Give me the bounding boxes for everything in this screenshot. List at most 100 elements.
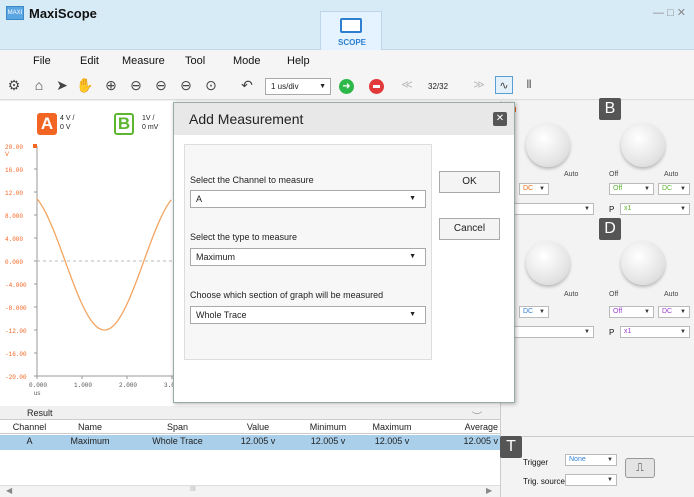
chevron-down-icon: ▼: [644, 186, 650, 192]
auto-label: Auto: [564, 171, 579, 178]
section-select-value: Whole Trace: [196, 310, 247, 320]
trig-source-select[interactable]: ▼: [565, 474, 617, 486]
channel-a-button[interactable]: A: [37, 113, 57, 135]
cell-channel: A: [26, 436, 33, 446]
channel-d-knob[interactable]: [621, 241, 665, 285]
app-logo-icon: MAXI: [6, 6, 24, 20]
y-tick-label: -8.000: [5, 305, 27, 312]
pan-hand-icon[interactable]: ✋: [76, 76, 94, 94]
coupling-select[interactable]: DC ▼: [519, 183, 549, 195]
scope-mode-button[interactable]: SCOPE: [320, 11, 382, 50]
chevron-down-icon: ▼: [539, 309, 545, 315]
channel-b-offset: 0 mV: [142, 124, 159, 131]
column-value[interactable]: Value: [228, 422, 288, 432]
run-icon[interactable]: ➜: [339, 79, 354, 94]
menu-measure[interactable]: Measure: [122, 55, 165, 67]
zoom-fit-icon[interactable]: ⊙: [202, 76, 220, 94]
channel-a-letter: A: [40, 114, 54, 133]
column-span[interactable]: Span: [140, 422, 215, 432]
coupling-value: DC: [523, 308, 534, 315]
column-minimum[interactable]: Minimum: [298, 422, 358, 432]
channel-select[interactable]: A ▼: [190, 190, 426, 208]
settings-gear-icon[interactable]: ⚙: [5, 76, 23, 94]
channel-d-letter-badge: D: [599, 218, 621, 240]
cancel-button[interactable]: Cancel: [439, 218, 500, 240]
channel-a-range: 4 V /: [60, 115, 75, 122]
zoom-y-icon[interactable]: ⊖: [177, 76, 195, 94]
chevron-down-icon: ▼: [319, 83, 326, 90]
y-tick-label: 4.000: [5, 236, 23, 243]
auto-label: Auto: [664, 171, 679, 178]
y-tick-label: -4.000: [5, 282, 27, 289]
channel-c-knob[interactable]: [526, 123, 570, 167]
table-row[interactable]: A Maximum Whole Trace 12.005 v 12.005 v …: [0, 435, 500, 450]
stop-icon[interactable]: [369, 79, 384, 94]
zoom-x-icon[interactable]: ⊖: [152, 76, 170, 94]
channel-b-letter: B: [117, 114, 131, 133]
scroll-left-icon[interactable]: ◀: [6, 486, 12, 495]
scope-mode-label: SCOPE: [337, 38, 366, 47]
column-maximum[interactable]: Maximum: [362, 422, 422, 432]
channel-c2-knob[interactable]: [526, 241, 570, 285]
scroll-thumb-grip: III: [190, 486, 196, 493]
chevron-down-icon: ▼: [680, 206, 686, 212]
channel-b-probe-select[interactable]: x1 ▼: [620, 203, 690, 215]
coupling-left-value: Off: [613, 308, 623, 315]
app-title: MaxiScope: [29, 6, 97, 21]
zoom-out-icon[interactable]: ⊖: [127, 76, 145, 94]
previous-page-icon[interactable]: ≪: [398, 76, 416, 94]
menu-file[interactable]: File: [33, 55, 51, 67]
column-channel[interactable]: Channel: [2, 422, 57, 432]
x-tick-label: 0.000: [29, 382, 47, 389]
trigger-mode-icon[interactable]: ⎍: [625, 458, 655, 478]
channel-a-info: 4 V / 0 V: [60, 114, 74, 132]
channel-b-off-select[interactable]: Off ▼: [609, 183, 654, 195]
channel-b-knob[interactable]: [621, 123, 665, 167]
y-tick-label: -16.00: [5, 351, 27, 358]
channel-d-coupling-select[interactable]: DC ▼: [658, 306, 690, 318]
off-label: Off: [609, 291, 619, 298]
type-select[interactable]: Maximum ▼: [190, 248, 426, 266]
trigger-value: None: [569, 456, 586, 463]
column-name[interactable]: Name: [60, 422, 120, 432]
menu-edit[interactable]: Edit: [80, 55, 99, 67]
close-icon[interactable]: ✕: [493, 112, 507, 126]
coupling-select[interactable]: DC ▼: [519, 306, 549, 318]
menu-bar: File Edit Measure Tool Mode Help: [0, 50, 694, 70]
coupling-value: DC: [662, 308, 673, 315]
timebase-select[interactable]: 1 us/div ▼: [265, 78, 331, 95]
menu-mode[interactable]: Mode: [233, 55, 261, 67]
coupling-left-value: Off: [613, 185, 623, 192]
trigger-label: Trigger: [523, 458, 549, 467]
ok-button[interactable]: OK: [439, 171, 500, 193]
trigger-select[interactable]: None ▼: [565, 454, 617, 466]
chevron-down-icon: ▼: [409, 195, 416, 202]
window-controls[interactable]: — □ ✕: [653, 6, 686, 19]
cell-value: 12.005 v: [240, 436, 276, 446]
channel-b-coupling-select[interactable]: DC ▼: [658, 183, 690, 195]
cell-name: Maximum: [70, 436, 110, 446]
menu-tool[interactable]: Tool: [185, 55, 205, 67]
waveform-view-icon[interactable]: ∿: [495, 76, 513, 94]
undo-icon[interactable]: ↶: [238, 76, 256, 94]
result-column-headers: Channel Name Span Value Minimum Maximum …: [0, 421, 500, 434]
chevron-down-icon: ▼: [539, 186, 545, 192]
scroll-right-icon[interactable]: ▶: [486, 486, 492, 495]
trigger-panel: T Trigger None ▼ Trig. source ▼ ⎍: [500, 436, 694, 497]
zoom-in-icon[interactable]: ⊕: [102, 76, 120, 94]
channel-d-probe-select[interactable]: x1 ▼: [620, 326, 690, 338]
cell-maximum: 12.005 v: [374, 436, 410, 446]
column-average[interactable]: Average: [440, 422, 498, 432]
channel-d-off-select[interactable]: Off ▼: [609, 306, 654, 318]
menu-help[interactable]: Help: [287, 55, 310, 67]
coupling-value: DC: [662, 185, 673, 192]
next-page-icon[interactable]: ≫: [470, 76, 488, 94]
home-icon[interactable]: ⌂: [30, 76, 48, 94]
section-select[interactable]: Whole Trace ▼: [190, 306, 426, 324]
horizontal-scrollbar[interactable]: ◀ III ▶: [0, 485, 500, 497]
trigger-marker: [33, 144, 37, 148]
auto-label: Auto: [564, 291, 579, 298]
spectrum-view-icon[interactable]: ⦀: [520, 76, 538, 94]
pointer-icon[interactable]: ➤: [53, 76, 71, 94]
channel-b-button[interactable]: B: [114, 113, 134, 135]
